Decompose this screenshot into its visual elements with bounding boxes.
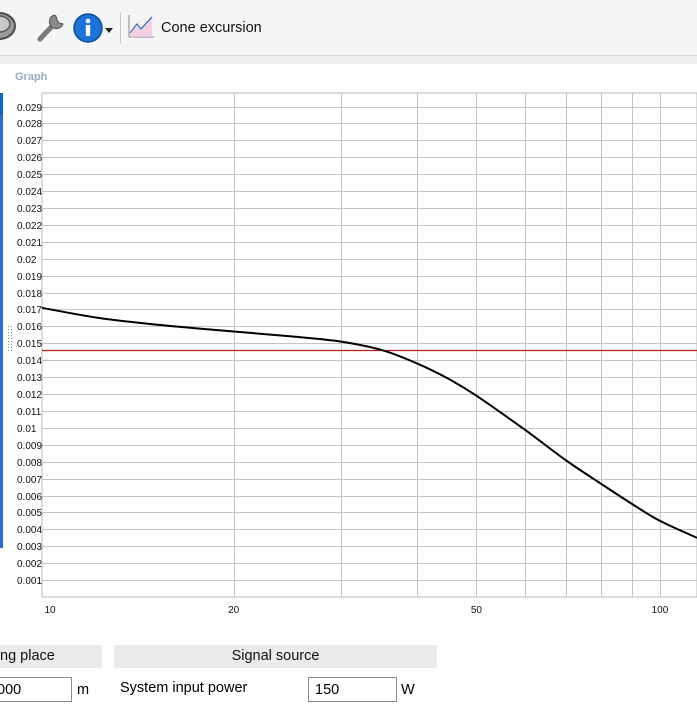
chevron-down-icon[interactable] [104, 22, 114, 33]
grip-dot [8, 344, 9, 345]
left-panel-edge [0, 93, 3, 548]
grip-dot [8, 347, 9, 348]
mounting-distance-input[interactable]: 000 [0, 677, 72, 702]
chart-line-icon [127, 13, 155, 44]
speaker-icon[interactable] [0, 11, 16, 41]
grip-dot [11, 329, 12, 330]
mounting-unit-label: m [77, 682, 90, 698]
y-tick-label: 0.002 [17, 559, 42, 570]
y-tick-label: 0.013 [17, 373, 42, 384]
settings-area: ng place Signal source 000 m System inpu… [0, 642, 697, 705]
grip-dot [11, 332, 12, 333]
x-tick-label: 50 [471, 605, 483, 616]
grip-dot [8, 338, 9, 339]
y-tick-label: 0.026 [17, 153, 42, 164]
y-tick-label: 0.015 [17, 339, 42, 350]
grip-dot [8, 326, 9, 327]
y-tick-label: 0.007 [17, 475, 42, 486]
wrench-icon[interactable] [34, 10, 68, 44]
y-tick-label: 0.006 [17, 492, 42, 503]
cone-excursion-chart: 0.001 0.002 0.003 0.004 0.005 0.006 0.007 0.008… [0, 92, 697, 616]
chart-grid [41, 92, 697, 598]
y-tick-label: 0.021 [17, 238, 42, 249]
y-tick-label: 0.023 [17, 204, 42, 215]
y-tick-label: 0.019 [17, 272, 42, 283]
grip-dot [11, 335, 12, 336]
y-tick-label: 0.008 [17, 458, 42, 469]
grip-dot [11, 341, 12, 342]
info-icon[interactable] [72, 12, 104, 44]
grip-dot [11, 347, 12, 348]
grip-dot [11, 338, 12, 339]
y-tick-label: 0.028 [17, 119, 42, 130]
y-tick-label: 0.001 [17, 576, 42, 587]
grip-dot [8, 341, 9, 342]
y-tick-label: 0.017 [17, 305, 42, 316]
y-tick-label: 0.025 [17, 170, 42, 181]
system-input-power-label: System input power [120, 680, 248, 696]
y-tick-label: 0.016 [17, 322, 42, 333]
y-tick-label: 0.014 [17, 356, 42, 367]
y-tick-label: 0.009 [17, 441, 42, 452]
x-tick-label: 10 [45, 605, 57, 616]
splitter-grip[interactable] [8, 326, 12, 351]
y-tick-label: 0.029 [17, 103, 42, 114]
grip-dot [8, 329, 9, 330]
graph-panel: Graph 0.001 0.002 0.003 0.004 0.005 0.006 0.00… [0, 64, 697, 642]
cone-excursion-label: Cone excursion [161, 20, 262, 36]
cone-excursion-button[interactable]: Cone excursion [127, 12, 262, 44]
y-tick-label: 0.022 [17, 221, 42, 232]
grip-dot [11, 350, 12, 351]
grip-dot [8, 332, 9, 333]
x-tick-label: 20 [228, 605, 240, 616]
y-tick-label: 0.02 [17, 255, 37, 266]
signal-source-header: Signal source [114, 645, 437, 668]
power-unit-label: W [401, 682, 415, 698]
y-tick-label: 0.024 [17, 187, 42, 198]
grip-dot [11, 344, 12, 345]
y-tick-label: 0.01 [17, 424, 37, 435]
grip-dot [8, 350, 9, 351]
system-input-power-input[interactable]: 150 [308, 677, 397, 702]
left-panel-selection [0, 93, 3, 115]
y-tick-label: 0.027 [17, 136, 42, 147]
y-tick-label: 0.018 [17, 289, 42, 300]
y-tick-label: 0.005 [17, 508, 42, 519]
plot-frame [41, 92, 697, 598]
y-tick-labels: 0.001 0.002 0.003 0.004 0.005 0.006 0.007 0.008… [17, 103, 42, 587]
y-tick-label: 0.004 [17, 525, 42, 536]
grip-dot [11, 326, 12, 327]
x-tick-label: 100 [652, 605, 669, 616]
plot-area [41, 306, 697, 539]
y-tick-label: 0.012 [17, 390, 42, 401]
toolbar-separator [120, 12, 121, 44]
x-tick-labels: 10 20 50 100 [45, 605, 669, 616]
grip-dot [8, 335, 9, 336]
y-tick-label: 0.003 [17, 542, 42, 553]
toolbar: Cone excursion [0, 0, 697, 56]
y-tick-label: 0.011 [17, 407, 42, 418]
mounting-place-header: ng place [0, 645, 102, 668]
excursion-series-line [41, 306, 697, 539]
